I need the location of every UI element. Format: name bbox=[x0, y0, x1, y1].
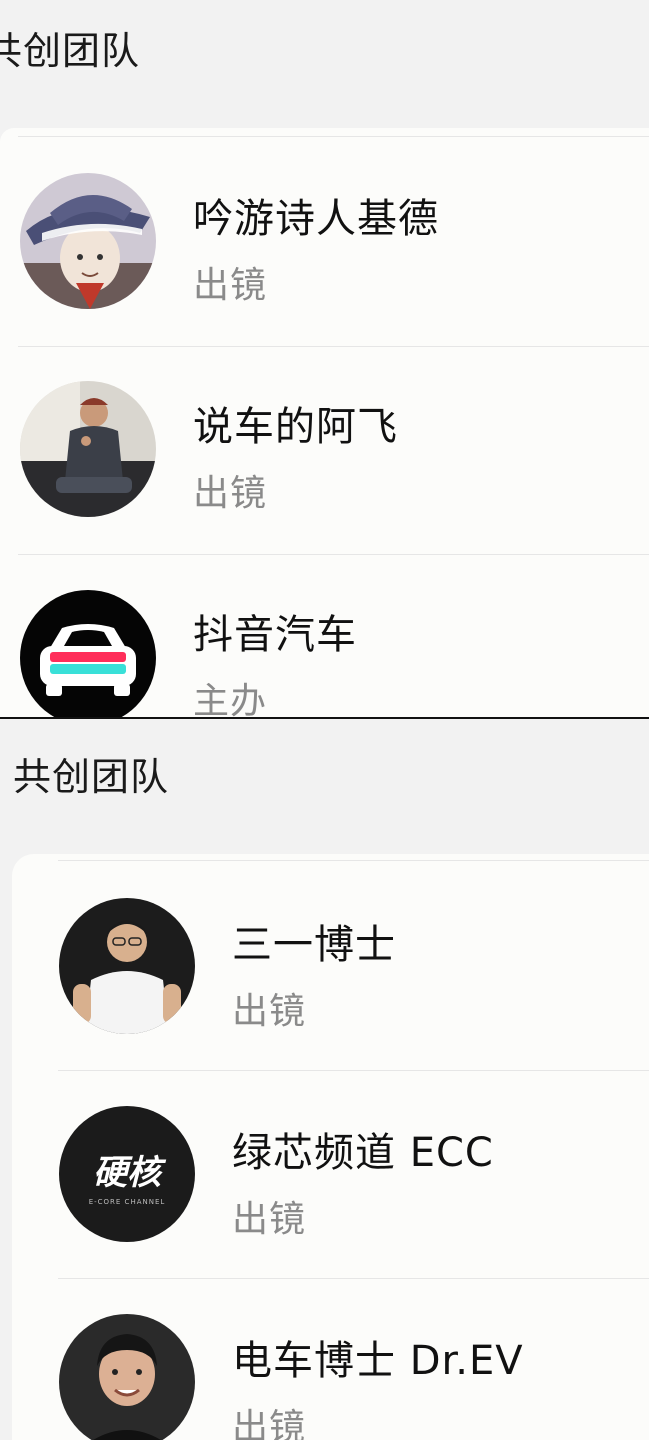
avatar-logo-subtext: E-CORE CHANNEL bbox=[89, 1198, 166, 1206]
avatar-logo-text: 硬核 bbox=[93, 1153, 167, 1193]
list-item[interactable]: 硬核 E-CORE CHANNEL 绿芯频道 ECC 出镜 bbox=[12, 1070, 649, 1278]
person-sitting-photo-avatar[interactable] bbox=[20, 381, 156, 517]
member-role: 出镜 bbox=[232, 1199, 307, 1240]
list-item[interactable]: 三一博士 出镜 bbox=[12, 862, 649, 1070]
member-role: 出镜 bbox=[193, 265, 268, 306]
row-divider bbox=[18, 136, 649, 137]
screenshot-bottom: 共创团队 三一博士 出镜 硬核 E-CORE CHANNEL 绿芯频道 ECC … bbox=[0, 720, 649, 1440]
team-list-card: 吟游诗人基德 出镜 说车的阿飞 出镜 抖音汽车 主办 bbox=[0, 128, 649, 718]
member-name: 绿芯频道 ECC bbox=[232, 1130, 494, 1176]
member-role: 主办 bbox=[193, 681, 268, 718]
man-white-shirt-photo-avatar[interactable] bbox=[59, 898, 195, 1034]
member-name: 吟游诗人基德 bbox=[193, 196, 439, 242]
member-name: 说车的阿飞 bbox=[193, 404, 398, 450]
screenshot-divider bbox=[0, 717, 649, 719]
member-name: 电车博士 Dr.EV bbox=[232, 1338, 524, 1384]
screenshot-top: 共创团队 吟游诗人基德 出镜 说车的阿飞 出镜 抖音汽车 主办 bbox=[0, 0, 649, 718]
member-role: 出镜 bbox=[232, 1407, 307, 1440]
list-item[interactable]: 吟游诗人基德 出镜 bbox=[0, 138, 649, 346]
team-list-card: 三一博士 出镜 硬核 E-CORE CHANNEL 绿芯频道 ECC 出镜 电车… bbox=[12, 854, 649, 1440]
list-item[interactable]: 电车博士 Dr.EV 出镜 bbox=[12, 1278, 649, 1440]
anime-character-avatar[interactable] bbox=[20, 173, 156, 309]
row-divider bbox=[58, 860, 649, 861]
member-role: 出镜 bbox=[232, 991, 307, 1032]
hardcore-channel-logo-avatar[interactable]: 硬核 E-CORE CHANNEL bbox=[59, 1106, 195, 1242]
man-portrait-photo-avatar[interactable] bbox=[59, 1314, 195, 1440]
section-title: 共创团队 bbox=[0, 29, 141, 73]
member-name: 抖音汽车 bbox=[193, 612, 357, 658]
list-item[interactable]: 说车的阿飞 出镜 bbox=[0, 346, 649, 554]
car-logo-avatar[interactable] bbox=[20, 590, 156, 718]
member-role: 出镜 bbox=[193, 473, 268, 514]
list-item[interactable]: 抖音汽车 主办 bbox=[0, 554, 649, 718]
member-name: 三一博士 bbox=[232, 922, 396, 968]
section-title: 共创团队 bbox=[13, 755, 170, 799]
